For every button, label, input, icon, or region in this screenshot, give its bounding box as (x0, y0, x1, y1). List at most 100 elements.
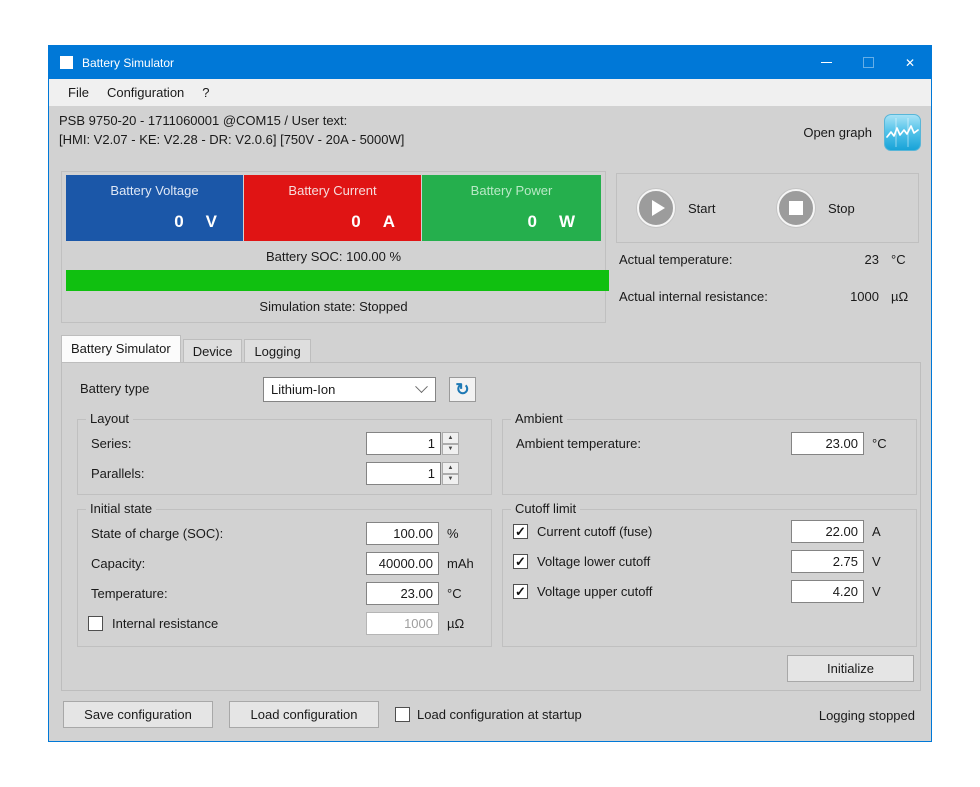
parallels-spin-up[interactable]: ▲ (442, 462, 459, 474)
menu-file[interactable]: File (59, 79, 98, 106)
load-configuration-button[interactable]: Load configuration (229, 701, 379, 728)
battery-current-unit: A (383, 212, 395, 232)
tab-device[interactable]: Device (183, 339, 243, 362)
actual-resistance-label: Actual internal resistance: (619, 289, 768, 304)
parallels-spin-down[interactable]: ▼ (442, 474, 459, 486)
menu-help[interactable]: ? (193, 79, 218, 106)
maximize-button[interactable] (847, 46, 889, 79)
ambient-group-legend: Ambient (511, 411, 567, 427)
voltage-lower-cutoff-input[interactable] (791, 550, 864, 573)
logging-status: Logging stopped (819, 708, 915, 723)
current-cutoff-input[interactable] (791, 520, 864, 543)
check-icon: ✓ (515, 525, 526, 538)
device-info-line1: PSB 9750-20 - 1711060001 @COM15 / User t… (59, 113, 347, 128)
voltage-upper-cutoff-input[interactable] (791, 580, 864, 603)
device-info-line2: [HMI: V2.07 - KE: V2.28 - DR: V2.0.6] [7… (59, 132, 404, 147)
menu-configuration[interactable]: Configuration (98, 79, 193, 106)
battery-voltage-panel: Battery Voltage 0 V (66, 175, 243, 241)
close-button[interactable]: ✕ (889, 46, 931, 79)
window-controls: ✕ (805, 46, 931, 79)
simulation-state-label: Simulation state: Stopped (62, 299, 605, 314)
internal-resistance-unit: µΩ (439, 616, 481, 631)
ambient-temperature-input[interactable] (791, 432, 864, 455)
open-graph-label: Open graph (803, 125, 872, 140)
series-label: Series: (88, 436, 366, 451)
actual-resistance-unit: µΩ (891, 289, 908, 304)
start-button[interactable]: Start (637, 189, 715, 227)
minimize-icon (821, 62, 832, 63)
soc-progress-bar (66, 270, 609, 291)
minimize-button[interactable] (805, 46, 847, 79)
battery-voltage-value: 0 (174, 212, 183, 232)
battery-current-panel: Battery Current 0 A (244, 175, 421, 241)
start-label: Start (688, 201, 715, 216)
play-icon (637, 189, 675, 227)
measurement-panel-group: Battery Voltage 0 V Battery Current 0 A … (61, 171, 606, 323)
battery-soc-label: Battery SOC: 100.00 % (62, 249, 605, 264)
soc-label: State of charge (SOC): (88, 526, 366, 541)
spin-down-icon: ▼ (448, 446, 454, 452)
voltage-upper-cutoff-label: Voltage upper cutoff (528, 584, 791, 599)
app-window: Battery Simulator ✕ File Configuration ?… (48, 45, 932, 742)
battery-type-label: Battery type (80, 381, 149, 396)
series-spin-up[interactable]: ▲ (442, 432, 459, 444)
save-configuration-button[interactable]: Save configuration (63, 701, 213, 728)
stop-button[interactable]: Stop (777, 189, 855, 227)
soc-unit: % (439, 526, 481, 541)
actual-resistance-row: Actual internal resistance: 1000 µΩ (619, 289, 919, 307)
layout-group-legend: Layout (86, 411, 133, 427)
window-title: Battery Simulator (82, 56, 174, 70)
tab-battery-simulator[interactable]: Battery Simulator (61, 335, 181, 362)
series-spin-down[interactable]: ▼ (442, 444, 459, 456)
internal-resistance-label: Internal resistance (103, 616, 366, 631)
layout-group: Layout Series: ▲ ▼ Parallels: ▲ ▼ (77, 419, 492, 495)
spin-up-icon: ▲ (448, 465, 454, 471)
battery-simulator-tab-page: Battery type Lithium-Ion ↻ Layout Series… (61, 362, 921, 691)
battery-power-unit: W (559, 212, 575, 232)
current-cutoff-label: Current cutoff (fuse) (528, 524, 791, 539)
load-at-startup-checkbox[interactable] (395, 707, 410, 722)
battery-type-value: Lithium-Ion (264, 382, 335, 397)
title-bar[interactable]: Battery Simulator ✕ (49, 46, 931, 79)
initialize-button[interactable]: Initialize (787, 655, 914, 682)
cutoff-limit-group: Cutoff limit ✓ Current cutoff (fuse) A ✓… (502, 509, 917, 647)
voltage-lower-cutoff-checkbox[interactable]: ✓ (513, 554, 528, 569)
current-cutoff-checkbox[interactable]: ✓ (513, 524, 528, 539)
initial-state-group: Initial state State of charge (SOC): % C… (77, 509, 492, 647)
stop-label: Stop (828, 201, 855, 216)
capacity-input[interactable] (366, 552, 439, 575)
temperature-input[interactable] (366, 582, 439, 605)
device-info-header: PSB 9750-20 - 1711060001 @COM15 / User t… (49, 106, 931, 159)
ambient-temperature-label: Ambient temperature: (513, 436, 791, 451)
current-cutoff-unit: A (864, 524, 906, 539)
voltage-upper-cutoff-checkbox[interactable]: ✓ (513, 584, 528, 599)
capacity-unit: mAh (439, 556, 481, 571)
initial-state-group-legend: Initial state (86, 501, 156, 517)
actual-temperature-label: Actual temperature: (619, 252, 732, 267)
start-stop-group: Start Stop (616, 173, 919, 243)
tab-logging[interactable]: Logging (244, 339, 310, 362)
tab-strip: Battery Simulator Device Logging (61, 335, 313, 362)
internal-resistance-checkbox[interactable] (88, 616, 103, 631)
actual-temperature-unit: °C (891, 252, 906, 267)
voltage-lower-cutoff-label: Voltage lower cutoff (528, 554, 791, 569)
load-at-startup-label: Load configuration at startup (417, 707, 582, 722)
menu-bar: File Configuration ? (49, 79, 931, 106)
spin-down-icon: ▼ (448, 476, 454, 482)
check-icon: ✓ (515, 585, 526, 598)
actual-resistance-value: 1000 (819, 289, 879, 304)
actual-temperature-value: 23 (819, 252, 879, 267)
voltage-lower-cutoff-unit: V (864, 554, 906, 569)
ambient-group: Ambient Ambient temperature: °C (502, 419, 917, 495)
open-graph-button[interactable]: Open graph (803, 113, 921, 151)
battery-current-value: 0 (351, 212, 360, 232)
refresh-icon: ↻ (455, 380, 469, 400)
close-icon: ✕ (905, 56, 915, 70)
parallels-stepper: ▲ ▼ (442, 462, 459, 485)
refresh-battery-type-button[interactable]: ↻ (449, 377, 476, 402)
soc-input[interactable] (366, 522, 439, 545)
series-input[interactable] (366, 432, 441, 455)
load-at-startup-row: Load configuration at startup (395, 707, 582, 722)
parallels-input[interactable] (366, 462, 441, 485)
battery-type-select[interactable]: Lithium-Ion (263, 377, 436, 402)
